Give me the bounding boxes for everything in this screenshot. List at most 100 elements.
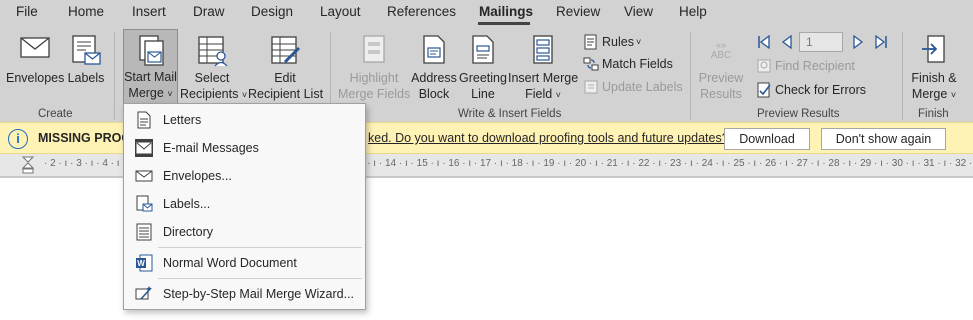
menu-item-letters[interactable]: Letters [125, 106, 364, 134]
select-recipients-button[interactable]: Select Recipients ˅ [180, 30, 248, 103]
tab-review[interactable]: Review [556, 4, 600, 19]
tab-view[interactable]: View [624, 4, 653, 19]
labels-button[interactable]: Labels [66, 30, 106, 102]
record-number-input[interactable]: 1 [799, 32, 843, 52]
tab-design[interactable]: Design [251, 4, 293, 19]
preview-results-button[interactable]: «» ABC Preview Results [695, 30, 747, 102]
check-for-errors-button[interactable]: Check for Errors [756, 80, 866, 100]
select-recipients-label-2: Recipients [180, 87, 239, 101]
menu-item-envelopes[interactable]: Envelopes... [125, 162, 364, 190]
address-block-icon [423, 35, 445, 64]
tab-insert[interactable]: Insert [132, 4, 166, 19]
finish-and-merge-label-1: Finish & [911, 71, 957, 85]
highlight-merge-fields-button[interactable]: Highlight Merge Fields [338, 30, 410, 102]
start-mail-merge-button[interactable]: Start Mail Merge ˅ [123, 29, 178, 104]
highlight-merge-fields-label-1: Highlight [349, 71, 399, 85]
greeting-line-icon [472, 35, 494, 64]
tab-layout[interactable]: Layout [320, 4, 361, 19]
select-recipients-icon [198, 36, 228, 67]
start-mail-merge-label-2-row: Merge ˅ [124, 85, 177, 102]
insert-merge-field-label-1: Insert Merge [508, 71, 579, 85]
insert-merge-field-label-2-row: Field ˅ [508, 86, 578, 103]
chevron-down-icon: ˅ [635, 37, 642, 47]
check-for-errors-label: Check for Errors [775, 83, 866, 97]
select-recipients-label-2-row: Recipients ˅ [180, 86, 248, 103]
update-labels-button[interactable]: Update Labels [583, 77, 683, 97]
menu-item-label: E-mail Messages [163, 141, 259, 155]
dont-show-again-button[interactable]: Don't show again [821, 128, 946, 150]
greeting-line-label-1: Greeting [459, 71, 507, 85]
envelope-icon [20, 37, 50, 58]
menu-item-label: Labels... [163, 197, 211, 211]
match-fields-button[interactable]: Match Fields [583, 54, 673, 74]
wizard-icon [135, 286, 152, 300]
edit-recipient-list-button[interactable]: Edit Recipient List [248, 30, 324, 102]
menu-item-label: Letters [163, 113, 202, 127]
letter-icon [137, 111, 151, 129]
envelopes-label: Envelopes [6, 71, 65, 85]
rules-icon [584, 34, 597, 50]
labels-label: Labels [67, 71, 105, 85]
tab-home[interactable]: Home [68, 4, 104, 19]
group-divider [690, 32, 691, 120]
greeting-line-button[interactable]: Greeting Line [459, 30, 507, 102]
tab-mailings[interactable]: Mailings [479, 4, 533, 19]
find-recipient-label: Find Recipient [775, 59, 855, 73]
active-tab-indicator [478, 22, 530, 25]
menu-separator [158, 278, 362, 279]
message-bar-link[interactable]: ked. Do you want to download proofing to… [368, 131, 729, 145]
tab-draw[interactable]: Draw [193, 4, 225, 19]
tab-file[interactable]: File [16, 4, 38, 19]
address-block-button[interactable]: Address Block [411, 30, 457, 102]
start-mail-merge-menu: Letters E-mail Messages Envelopes... Lab… [123, 103, 366, 310]
first-record-icon[interactable] [756, 34, 772, 50]
previous-record-icon[interactable] [779, 34, 795, 50]
group-divider [902, 32, 903, 120]
edit-recipient-list-label-1: Edit [274, 71, 296, 85]
address-block-label-2: Block [418, 87, 450, 101]
greeting-line-label-2: Line [471, 87, 495, 101]
finish-and-merge-label-2: Merge [911, 87, 948, 101]
group-label-finish: Finish [918, 108, 949, 120]
rules-button[interactable]: Rules ˅ [583, 32, 641, 52]
find-recipient-button[interactable]: Find Recipient [756, 56, 855, 76]
message-bar-title: MISSING PROO [38, 131, 132, 145]
last-record-icon[interactable] [873, 34, 889, 50]
labels-icon [72, 35, 101, 65]
insert-merge-field-button[interactable]: Insert Merge Field ˅ [508, 30, 578, 102]
labels-icon [136, 195, 153, 212]
menu-item-directory[interactable]: Directory [125, 218, 364, 246]
menu-separator [158, 247, 362, 248]
envelopes-button[interactable]: Envelopes [6, 30, 64, 102]
select-recipients-label-1: Select [194, 71, 230, 85]
group-divider [114, 32, 115, 120]
menu-item-labels[interactable]: Labels... [125, 190, 364, 218]
menu-item-normal-word-document[interactable]: W Normal Word Document [125, 249, 364, 277]
preview-abc-text: ABC [710, 50, 732, 61]
start-mail-merge-icon [138, 35, 164, 66]
tab-references[interactable]: References [387, 4, 456, 19]
preview-results-label-1: Preview [698, 71, 744, 85]
highlight-merge-fields-label-2: Merge Fields [338, 87, 411, 101]
download-button[interactable]: Download [724, 128, 810, 150]
chevron-down-icon: ˅ [555, 90, 561, 100]
check-for-errors-icon [757, 82, 771, 98]
menu-item-label: Step-by-Step Mail Merge Wizard... [163, 287, 355, 301]
finish-and-merge-button[interactable]: Finish & Merge ˅ [906, 30, 962, 102]
menu-item-email-messages[interactable]: E-mail Messages [125, 134, 364, 162]
chevron-down-icon: ˅ [241, 90, 248, 100]
chevron-down-icon: ˅ [167, 89, 173, 99]
insert-merge-field-label-2: Field [525, 87, 553, 101]
match-fields-label: Match Fields [602, 57, 673, 71]
menu-item-mail-merge-wizard[interactable]: Step-by-Step Mail Merge Wizard... [125, 280, 364, 308]
edit-recipient-list-label-2: Recipient List [248, 87, 324, 101]
tab-help[interactable]: Help [679, 4, 707, 19]
preview-abc-arrows: «» [715, 40, 726, 50]
next-record-icon[interactable] [850, 34, 866, 50]
finish-and-merge-icon [922, 35, 945, 63]
finish-and-merge-label-2-row: Merge ˅ [906, 86, 962, 103]
start-mail-merge-label-2: Merge [128, 86, 164, 100]
ribbon-tab-strip: File Home Insert Draw Design Layout Refe… [0, 0, 973, 26]
indent-marker-icon[interactable] [22, 156, 34, 174]
insert-merge-field-icon [533, 35, 553, 64]
